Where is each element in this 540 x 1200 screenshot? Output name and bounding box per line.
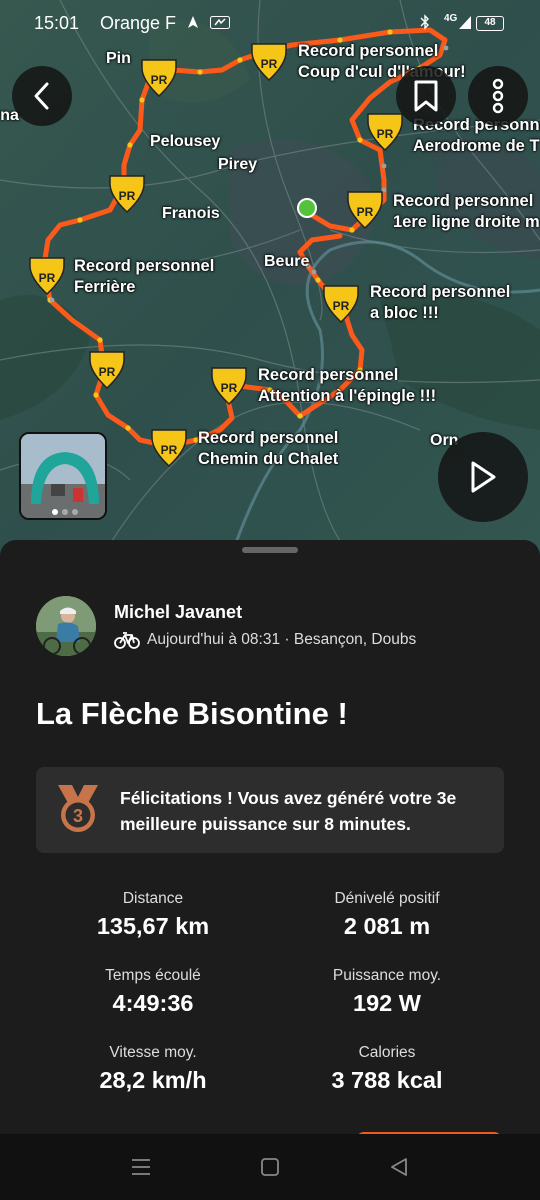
activity-meta: Aujourd'hui à 08:31 · Besançon, Doubs xyxy=(147,631,417,648)
system-nav-bar xyxy=(0,1134,540,1200)
stat-value: 28,2 km/h xyxy=(99,1067,207,1093)
pr-label-segment: Attention à l'épingle !!! xyxy=(258,387,437,405)
recent-apps-button[interactable] xyxy=(126,1152,156,1182)
stat-value: 135,67 km xyxy=(96,913,210,939)
place-label: Franois xyxy=(162,205,220,222)
pr-badge-icon[interactable]: PR xyxy=(108,174,146,214)
square-icon xyxy=(261,1158,279,1176)
stat-avg-power: Puissance moy. 192 W xyxy=(270,967,504,1017)
sheet-drag-handle[interactable] xyxy=(242,547,298,553)
pr-badge-icon[interactable]: PR xyxy=(88,350,126,390)
play-icon xyxy=(471,461,496,493)
triangle-back-icon xyxy=(391,1158,407,1176)
battery-icon: 48 xyxy=(476,16,504,31)
status-carrier: Orange F xyxy=(100,13,177,33)
pr-badge-text: PR xyxy=(377,127,394,141)
stat-label: Temps écoulé xyxy=(105,967,201,984)
pr-label-segment: Ferrière xyxy=(74,278,136,296)
stat-value: 192 W xyxy=(353,990,421,1016)
pr-badge-text: PR xyxy=(221,381,238,395)
pr-label[interactable]: Record personnel 1ere ligne droite m xyxy=(393,191,540,233)
pr-label-segment: Chemin du Chalet xyxy=(198,450,339,468)
stat-value: 3 788 kcal xyxy=(331,1067,443,1093)
network-type: 4G xyxy=(444,13,458,24)
stat-value: 4:49:36 xyxy=(112,990,194,1016)
pr-badge-text: PR xyxy=(99,365,116,379)
place-label: Pin xyxy=(106,50,131,67)
pr-label[interactable]: Record personnel a bloc !!! xyxy=(370,282,510,324)
pr-label[interactable]: Record personnel Ferrière xyxy=(74,256,214,298)
pr-label-title: Record personnel xyxy=(393,192,534,210)
play-flyover-button[interactable] xyxy=(438,432,528,522)
pr-badge-text: PR xyxy=(357,205,374,219)
pr-badge-icon[interactable]: PR xyxy=(322,284,360,324)
medal-rank: 3 xyxy=(73,806,83,826)
bike-icon xyxy=(114,630,140,655)
pr-badge-icon[interactable]: PR xyxy=(250,42,288,82)
photo-image xyxy=(21,434,105,518)
status-time: 15:01 xyxy=(34,13,80,33)
pr-badge-text: PR xyxy=(161,443,178,457)
stat-avg-speed: Vitesse moy. 28,2 km/h xyxy=(36,1044,270,1094)
stat-label: Calories xyxy=(358,1044,416,1061)
pr-badge-text: PR xyxy=(151,73,168,87)
pr-label[interactable]: Record personnel Attention à l'épingle !… xyxy=(258,365,436,407)
pr-label-segment: Aerodrome de T xyxy=(413,137,540,155)
pr-badge-icon[interactable]: PR xyxy=(28,256,66,296)
pr-label-title: Record personnel xyxy=(74,257,215,275)
place-label: Pirey xyxy=(218,156,258,173)
chevron-left-icon xyxy=(34,82,49,110)
stat-calories: Calories 3 788 kcal xyxy=(270,1044,504,1094)
pr-label-segment: a bloc !!! xyxy=(370,304,439,322)
back-nav-button[interactable] xyxy=(384,1152,414,1182)
pr-label-title: Record personnel xyxy=(258,366,399,384)
achievement-card[interactable]: 3 Félicitations ! Vous avez généré votre… xyxy=(36,767,504,853)
place-label: Beure xyxy=(264,253,310,270)
app-notification-icon xyxy=(210,16,230,32)
pr-label-title: Record personnel xyxy=(198,429,339,447)
signal-icon xyxy=(458,14,472,33)
athlete-photo xyxy=(36,596,96,656)
more-vertical-icon xyxy=(492,78,504,114)
pr-badge-icon[interactable]: PR xyxy=(346,190,384,230)
bluetooth-icon xyxy=(420,14,430,33)
stat-elevation-gain: Dénivelé positif 2 081 m xyxy=(270,890,504,940)
pr-label-title: Record personnel xyxy=(370,283,511,301)
pr-badge-icon[interactable]: PR xyxy=(140,58,178,98)
pr-badge-text: PR xyxy=(119,189,136,203)
place-label: Pelousey xyxy=(150,133,221,150)
pr-badge-icon[interactable]: PR xyxy=(210,366,248,406)
pr-label[interactable]: Record personnel Chemin du Chalet xyxy=(198,428,338,470)
activity-photo-thumbnail[interactable] xyxy=(19,432,107,520)
athlete-name[interactable]: Michel Javanet xyxy=(114,602,242,623)
menu-lines-icon xyxy=(132,1159,150,1175)
home-button[interactable] xyxy=(255,1152,285,1182)
save-route-button[interactable] xyxy=(396,66,456,126)
pr-label-segment: 1ere ligne droite m xyxy=(393,213,540,231)
location-arrow-icon xyxy=(186,15,200,32)
stat-label: Dénivelé positif xyxy=(334,890,440,907)
activity-title: La Flèche Bisontine ! xyxy=(36,696,348,731)
more-options-button[interactable] xyxy=(468,66,528,126)
pr-badge-icon[interactable]: PR xyxy=(150,428,188,468)
pr-badge-text: PR xyxy=(261,57,278,71)
activity-details-sheet[interactable]: Michel Javanet Aujourd'hui à 08:31 · Bes… xyxy=(0,540,540,1142)
stat-label: Distance xyxy=(122,890,184,907)
bookmark-icon xyxy=(414,80,438,112)
route-map[interactable]: Pin rna Pelousey Pirey Franois Beure Orn… xyxy=(0,0,540,560)
stat-elapsed-time: Temps écoulé 4:49:36 xyxy=(36,967,270,1017)
status-bar: 15:01 Orange F 4G 48 xyxy=(0,0,540,46)
pr-badge-icon[interactable]: PR xyxy=(366,112,404,152)
stat-label: Vitesse moy. xyxy=(109,1044,197,1061)
stat-distance: Distance 135,67 km xyxy=(36,890,270,940)
bronze-medal-icon: 3 xyxy=(54,783,102,840)
achievement-text: Félicitations ! Vous avez généré votre 3… xyxy=(120,788,457,834)
pr-badge-text: PR xyxy=(333,299,350,313)
pr-badge-text: PR xyxy=(39,271,56,285)
avatar[interactable] xyxy=(36,596,96,656)
stat-label: Puissance moy. xyxy=(332,967,442,984)
back-button[interactable] xyxy=(12,66,72,126)
stat-value: 2 081 m xyxy=(343,913,431,939)
